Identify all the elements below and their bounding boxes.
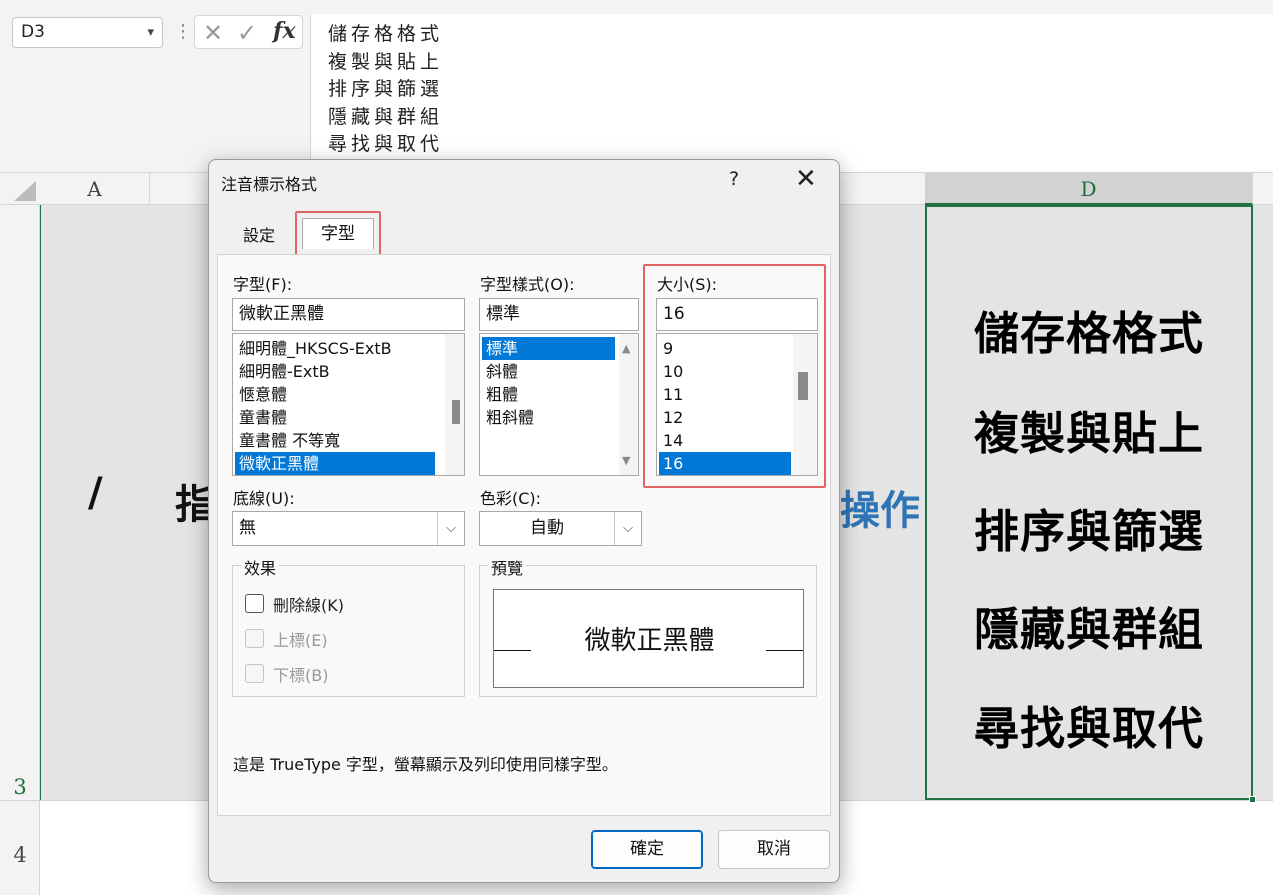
cancel-button[interactable]: 取消 bbox=[718, 830, 830, 869]
cell-d3-line: 儲存格格式 bbox=[973, 307, 1204, 360]
cancel-entry-icon[interactable]: ✕ bbox=[203, 19, 223, 47]
tab-font-highlight: 字型 bbox=[295, 211, 381, 256]
list-item[interactable]: 粗斜體 bbox=[482, 406, 615, 429]
list-item-selected[interactable]: 標準 bbox=[482, 337, 615, 360]
list-item-selected[interactable]: 微軟正黑體 bbox=[235, 452, 435, 475]
color-label: 色彩(C): bbox=[480, 489, 542, 508]
font-tab-panel: 字型(F): 微軟正黑體 細明體_HKSCS-ExtB 細明體-ExtB 愜意體… bbox=[217, 254, 831, 816]
phonetic-settings-dialog: 注音標示格式 ? ✕ 設定 字型 字型(F): 微軟正黑體 細明體_HKSCS-… bbox=[208, 159, 840, 883]
color-select[interactable]: 自動 ⌵ bbox=[479, 511, 642, 546]
fill-handle[interactable] bbox=[1249, 796, 1256, 803]
strikethrough-label: 刪除線(K) bbox=[273, 596, 344, 615]
preview-box: 微軟正黑體 bbox=[493, 589, 804, 688]
list-item[interactable]: 愜意體 bbox=[235, 383, 435, 406]
row-header-3[interactable]: 3 bbox=[0, 775, 40, 799]
superscript-label: 上標(E) bbox=[273, 631, 328, 650]
chevron-down-icon[interactable]: ⌵ bbox=[614, 512, 641, 545]
formula-bar: D3 ▾ ⋮ ✕ ✓ fx 儲存格格式 複製與貼上 排序與篩選 隱藏與群組 尋找… bbox=[0, 0, 1273, 172]
name-box[interactable]: D3 ▾ bbox=[12, 17, 163, 48]
close-icon[interactable]: ✕ bbox=[795, 164, 817, 194]
formula-line: 排序與篩選 bbox=[328, 78, 444, 100]
row-header-column: 3 4 bbox=[0, 205, 40, 895]
truetype-note: 這是 TrueType 字型，螢幕顯示及列印使用同樣字型。 bbox=[233, 755, 618, 774]
formula-line: 隱藏與群組 bbox=[328, 105, 444, 128]
help-icon[interactable]: ? bbox=[729, 168, 739, 190]
preview-group: 預覽 微軟正黑體 bbox=[479, 555, 817, 697]
font-list[interactable]: 細明體_HKSCS-ExtB 細明體-ExtB 愜意體 童書體 童書體 不等寬 … bbox=[232, 333, 465, 476]
effects-title: 效果 bbox=[241, 555, 280, 579]
formula-line: 複製與貼上 bbox=[328, 50, 444, 73]
color-value: 自動 bbox=[530, 518, 564, 538]
cell-d3-line: 複製與貼上 bbox=[973, 407, 1204, 460]
ok-button[interactable]: 確定 bbox=[591, 830, 703, 869]
dialog-title: 注音標示格式 bbox=[221, 175, 318, 194]
cell-d3-line: 隱藏與群組 bbox=[973, 603, 1204, 656]
font-input[interactable]: 微軟正黑體 bbox=[232, 298, 465, 331]
formula-input[interactable]: 儲存格格式 複製與貼上 排序與篩選 隱藏與群組 尋找與取代 bbox=[310, 14, 1273, 172]
list-item[interactable]: 細明體-ExtB bbox=[235, 360, 435, 383]
formula-buttons: ✕ ✓ fx bbox=[194, 15, 303, 49]
font-style-input[interactable]: 標準 bbox=[479, 298, 639, 331]
underline-select[interactable]: 無 ⌵ bbox=[232, 511, 465, 546]
list-item[interactable]: 粗體 bbox=[482, 383, 615, 406]
column-header-a[interactable]: A bbox=[40, 173, 150, 205]
chevron-down-icon[interactable]: ▾ bbox=[147, 18, 154, 47]
font-label: 字型(F): bbox=[233, 275, 293, 294]
size-highlight bbox=[643, 264, 826, 488]
cell-d3-line: 排序與篩選 bbox=[973, 505, 1204, 558]
row-header-4[interactable]: 4 bbox=[0, 843, 40, 867]
effects-group: 效果 刪除線(K) 上標(E) 下標(B) bbox=[232, 555, 465, 697]
strikethrough-checkbox[interactable] bbox=[245, 594, 264, 613]
cell-d3-line: 尋找與取代 bbox=[973, 702, 1204, 755]
select-all-button[interactable] bbox=[14, 181, 36, 201]
font-style-list[interactable]: 標準 斜體 粗體 粗斜體 ▲ ▼ bbox=[479, 333, 639, 476]
formula-line: 儲存格格式 bbox=[328, 23, 444, 45]
list-item[interactable]: 細明體_HKSCS-ExtB bbox=[235, 337, 435, 360]
superscript-checkbox bbox=[245, 629, 264, 648]
list-item[interactable]: 斜體 bbox=[482, 360, 615, 383]
preview-baseline bbox=[766, 650, 803, 651]
enter-entry-icon[interactable]: ✓ bbox=[237, 19, 257, 47]
font-style-scrollbar[interactable]: ▲ ▼ bbox=[619, 334, 638, 475]
preview-title: 預覽 bbox=[488, 555, 527, 579]
font-style-label: 字型樣式(O): bbox=[480, 275, 575, 294]
scroll-down-icon[interactable]: ▼ bbox=[622, 454, 630, 467]
cell-text-fragment: / bbox=[88, 470, 103, 516]
list-item[interactable]: 童書體 不等寬 bbox=[235, 429, 435, 452]
list-item[interactable]: 童書體 bbox=[235, 406, 435, 429]
more-options-icon[interactable]: ⋮ bbox=[174, 20, 192, 44]
column-header-d[interactable]: D bbox=[925, 173, 1253, 205]
underline-label: 底線(U): bbox=[233, 489, 295, 508]
tab-font[interactable]: 字型 bbox=[302, 218, 374, 249]
insert-function-icon[interactable]: fx bbox=[273, 18, 296, 44]
underline-value: 無 bbox=[239, 518, 256, 538]
cell-text-fragment: 操作 bbox=[840, 488, 920, 534]
chevron-down-icon[interactable]: ⌵ bbox=[437, 512, 464, 545]
subscript-label: 下標(B) bbox=[273, 666, 329, 685]
preview-text: 微軟正黑體 bbox=[584, 626, 715, 656]
scroll-up-icon[interactable]: ▲ bbox=[622, 342, 630, 355]
formula-line: 尋找與取代 bbox=[328, 133, 444, 155]
cell-d3[interactable]: 儲存格格式 複製與貼上 排序與篩選 隱藏與群組 尋找與取代 bbox=[925, 205, 1256, 803]
tab-settings[interactable]: 設定 bbox=[229, 223, 289, 251]
name-box-value: D3 bbox=[21, 22, 45, 42]
scrollbar-thumb[interactable] bbox=[452, 400, 460, 424]
font-list-scrollbar[interactable] bbox=[445, 334, 464, 475]
row-divider bbox=[0, 800, 40, 801]
subscript-checkbox bbox=[245, 664, 264, 683]
